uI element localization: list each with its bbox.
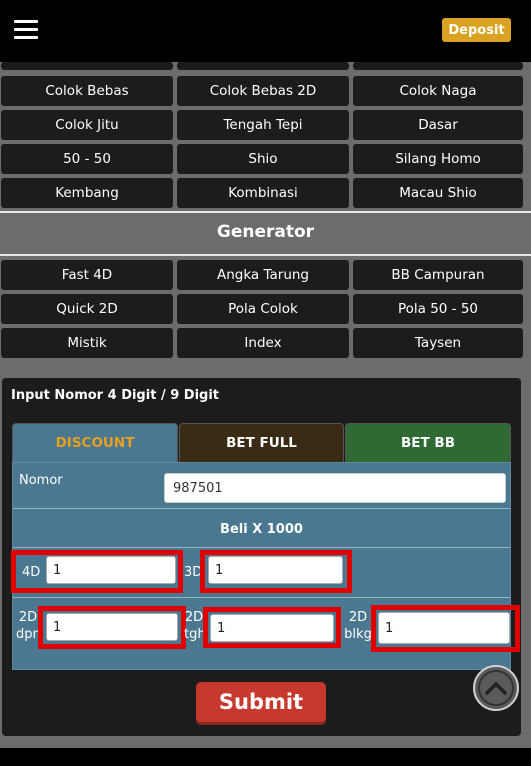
game-button-kembang[interactable]: Kembang <box>1 178 173 208</box>
tab-bet-full[interactable]: BET FULL <box>179 423 344 463</box>
game-button-colok-bebas[interactable]: Colok Bebas <box>1 76 173 106</box>
input-2d-dpn[interactable] <box>46 613 178 641</box>
game-type-grid: Colok Bebas Colok Bebas 2D Colok Naga Co… <box>0 76 531 208</box>
divider <box>0 254 531 256</box>
game-button-partial[interactable] <box>353 62 523 70</box>
hamburger-icon[interactable] <box>14 20 38 40</box>
tab-discount[interactable]: DISCOUNT <box>12 423 178 463</box>
divider <box>13 547 510 548</box>
label-2d-blkg: 2D blkg <box>344 610 372 642</box>
deposit-button[interactable]: Deposit <box>442 18 511 42</box>
divider <box>0 211 531 213</box>
label-2d-dpn: 2D dpn <box>16 610 41 642</box>
top-bar: Deposit <box>0 0 531 62</box>
generator-button-index[interactable]: Index <box>177 328 349 358</box>
game-button-colok-naga[interactable]: Colok Naga <box>353 76 523 106</box>
game-button-shio[interactable]: Shio <box>177 144 349 174</box>
bottom-bar <box>0 748 531 766</box>
bet-tabs: DISCOUNT BET FULL BET BB <box>12 423 511 463</box>
generator-button-taysen[interactable]: Taysen <box>353 328 523 358</box>
submit-button[interactable]: Submit <box>196 682 326 722</box>
generator-button-fast-4d[interactable]: Fast 4D <box>1 260 173 290</box>
generator-button-mistik[interactable]: Mistik <box>1 328 173 358</box>
generator-button-quick-2d[interactable]: Quick 2D <box>1 294 173 324</box>
nomor-input[interactable] <box>164 473 506 503</box>
game-button-silang-homo[interactable]: Silang Homo <box>353 144 523 174</box>
scroll-to-top-button[interactable] <box>473 665 519 711</box>
game-button-50-50[interactable]: 50 - 50 <box>1 144 173 174</box>
game-button-partial[interactable] <box>1 62 173 70</box>
game-button-partial[interactable] <box>177 62 349 70</box>
divider <box>13 597 510 598</box>
label-2d-tgh: 2D tgh <box>184 610 206 642</box>
chevron-up-icon <box>478 670 514 706</box>
input-2d-blkg[interactable] <box>378 612 510 644</box>
generator-button-angka-tarung[interactable]: Angka Tarung <box>177 260 349 290</box>
input-2d-tgh[interactable] <box>210 614 334 642</box>
generator-button-bb-campuran[interactable]: BB Campuran <box>353 260 523 290</box>
generator-button-pola-50-50[interactable]: Pola 50 - 50 <box>353 294 523 324</box>
game-button-kombinasi[interactable]: Kombinasi <box>177 178 349 208</box>
beli-multiplier-label: Beli X 1000 <box>220 522 303 537</box>
divider <box>13 508 510 509</box>
game-button-colok-jitu[interactable]: Colok Jitu <box>1 110 173 140</box>
panel-title: Input Nomor 4 Digit / 9 Digit <box>11 388 220 403</box>
input-3d[interactable] <box>208 556 343 584</box>
nomor-label: Nomor <box>19 473 63 488</box>
game-button-tengah-tepi[interactable]: Tengah Tepi <box>177 110 349 140</box>
generator-button-pola-colok[interactable]: Pola Colok <box>177 294 349 324</box>
partial-button-row <box>0 62 531 70</box>
game-button-dasar[interactable]: Dasar <box>353 110 523 140</box>
game-button-colok-bebas-2d[interactable]: Colok Bebas 2D <box>177 76 349 106</box>
tab-bet-bb[interactable]: BET BB <box>345 423 511 463</box>
bet-form: Nomor Beli X 1000 4D 3D 2D dpn 2D tgh 2D… <box>11 462 520 670</box>
input-4d[interactable] <box>46 556 176 584</box>
generator-grid: Fast 4D Angka Tarung BB Campuran Quick 2… <box>0 260 531 358</box>
generator-title: Generator <box>216 222 315 242</box>
game-button-macau-shio[interactable]: Macau Shio <box>353 178 523 208</box>
